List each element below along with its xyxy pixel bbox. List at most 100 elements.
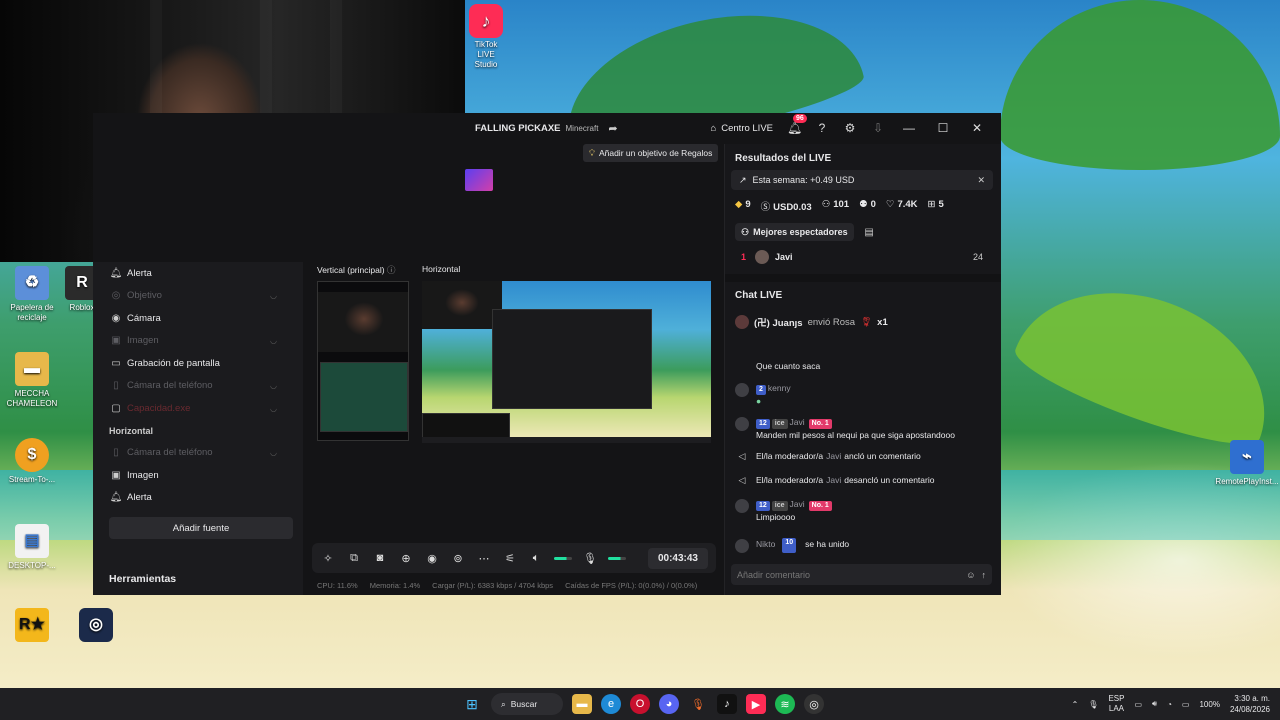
source-item[interactable]: ▣ Imagen — [93, 464, 303, 487]
tiktok-icon: ♪ — [469, 4, 503, 38]
network-icon[interactable]: ◔ — [1167, 700, 1172, 709]
microphone-icon[interactable]: 🎙︎ — [582, 552, 598, 565]
chevron-up-icon[interactable]: ⌃ — [1072, 700, 1079, 709]
replay-icon[interactable]: ⊚ — [450, 552, 466, 565]
record-icon[interactable]: ◉ — [424, 552, 440, 565]
language-code: ESP — [1108, 694, 1125, 703]
system-text: El/la moderador/a — [756, 475, 824, 485]
camera-effects-icon[interactable]: ◙ — [372, 552, 388, 564]
source-item[interactable]: ▯ Cámara del teléfono ◡ — [93, 375, 303, 398]
maximize-button[interactable]: ☐ — [933, 121, 953, 135]
info-icon[interactable]: ⓘ — [387, 265, 396, 275]
desktop-icon-rockstar[interactable]: R★ — [0, 608, 64, 645]
source-item[interactable]: ▯ Cámara del teléfono ◡ — [93, 442, 303, 465]
download-icon[interactable]: ⇩ — [871, 121, 885, 135]
chat-message[interactable]: Nikto 10 se ha unido — [725, 538, 1001, 553]
microphone-app-icon[interactable]: 🎙︎ — [688, 694, 708, 714]
chat-message[interactable]: Que cuanto saca — [725, 360, 1001, 372]
desktop-icon-file[interactable]: ▤ DESKTOP-... — [0, 524, 64, 571]
username[interactable]: Nikto — [756, 538, 775, 553]
volume-icon[interactable]: 🔊︎ — [1152, 699, 1157, 709]
stream-title[interactable]: FALLING PICKAXE — [475, 123, 561, 134]
source-item[interactable]: ▭ Grabación de pantalla — [93, 352, 303, 375]
centro-live-button[interactable]: ⌂ Centro LIVE — [711, 123, 774, 134]
more-icon[interactable]: ⋯ — [476, 552, 492, 565]
tiktok-taskbar-icon[interactable]: ♪ — [717, 694, 737, 714]
add-source-button[interactable]: Añadir fuente — [109, 517, 293, 539]
close-icon[interactable]: ✕ — [977, 175, 985, 186]
language-indicator[interactable]: ESP LAA — [1108, 694, 1124, 714]
microphone-tray-icon[interactable]: 🎙︎ — [1088, 700, 1098, 709]
top-viewers-button[interactable]: ⚇ Mejores espectadores — [735, 223, 854, 241]
username[interactable]: Javi — [826, 474, 841, 486]
send-icon[interactable]: ↑ — [982, 570, 987, 580]
chat-message[interactable]: 2 kenny ● — [725, 382, 1001, 407]
desktop-icon-meccha-chameleon[interactable]: ▬ MECCHA CHAMELEON — [0, 352, 64, 409]
vertical-preview[interactable] — [317, 281, 409, 441]
discord-icon[interactable]: ◕ — [659, 694, 679, 714]
pin-icon: ◁ — [738, 475, 746, 485]
visibility-toggle-icon[interactable]: ◡ — [270, 291, 277, 300]
username[interactable]: Javi — [790, 417, 805, 427]
close-button[interactable]: ✕ — [967, 121, 987, 135]
desktop-icon-stream-to[interactable]: $ Stream-To-... — [0, 438, 64, 485]
display-icon[interactable]: ▭ — [1134, 700, 1142, 709]
chat-message[interactable]: ◁ El/la moderador/a Javi ancló un comentari… — [725, 450, 1001, 462]
tiktok-live-taskbar-icon[interactable]: ▶ — [746, 694, 766, 714]
username[interactable]: Javi — [790, 499, 805, 509]
obs-icon[interactable]: ◎ — [804, 694, 824, 714]
preview-taskbar — [422, 437, 711, 443]
tiktok-live-studio-shortcut[interactable]: ♪ TikTok LIVE Studio — [466, 4, 506, 70]
visibility-toggle-icon[interactable]: ◡ — [270, 404, 277, 413]
settings-gear-icon[interactable]: ⚙ — [843, 121, 857, 135]
help-icon[interactable]: ? — [815, 121, 829, 135]
speaker-icon[interactable]: 🔈︎ — [528, 552, 544, 565]
magic-wand-icon[interactable]: ✧ — [320, 552, 336, 565]
source-item[interactable]: 🔔︎ Alerta — [93, 487, 303, 510]
emoji-icon[interactable]: ☺ — [966, 570, 975, 580]
edge-icon[interactable]: e — [601, 694, 621, 714]
desktop-icon-recycle-bin[interactable]: ♻ Papelera de reciclaje — [0, 266, 64, 323]
file-explorer-icon[interactable]: ▬ — [572, 694, 592, 714]
visibility-toggle-icon[interactable]: ◡ — [270, 448, 277, 457]
desktop-icon-label: Papelera de reciclaje — [10, 303, 54, 322]
top-viewer-row[interactable]: 1 Javi 24 — [725, 241, 1001, 264]
tools-heading[interactable]: Herramientas — [109, 573, 176, 585]
visibility-toggle-icon[interactable]: ◡ — [270, 381, 277, 390]
sources-panel: 🔔︎ Alerta ◎ Objetivo ◡ ◉ Cámara ▣ Imagen ◡ ▭ Grabac… — [93, 262, 303, 595]
taskbar-search[interactable]: ⌕ Buscar — [491, 693, 563, 715]
spotify-icon[interactable]: ≋ — [775, 694, 795, 714]
visibility-toggle-icon[interactable]: ◡ — [270, 336, 277, 345]
layout-icon[interactable]: ⧉ — [346, 552, 362, 565]
desktop-icon-remoteplay[interactable]: ⌁ RemotePlayInst... — [1214, 440, 1280, 487]
opera-icon[interactable]: O — [630, 694, 650, 714]
share-icon[interactable]: ➦ — [608, 122, 617, 135]
microphone-level-meter[interactable] — [608, 556, 626, 560]
horizontal-preview[interactable] — [422, 281, 711, 443]
windows-start-icon[interactable]: ⊞ — [462, 694, 482, 714]
username[interactable]: Javi — [826, 450, 841, 462]
clock[interactable]: 3:30 a. m. 24/08/2026 — [1230, 693, 1270, 715]
username[interactable]: kenny — [768, 383, 791, 393]
minimize-button[interactable]: — — [899, 121, 919, 135]
source-item[interactable]: 🔔︎ Alerta — [93, 262, 303, 285]
list-icon[interactable]: ▤ — [864, 227, 873, 238]
source-item[interactable]: ▢ Capacidad.exe ◡ — [93, 397, 303, 420]
source-item[interactable]: ◎ Objetivo ◡ — [93, 285, 303, 308]
remoteplay-icon: ⌁ — [1230, 440, 1264, 474]
add-scene-icon[interactable]: ⊕ — [398, 552, 414, 565]
notifications-bell-icon[interactable]: 🔔︎ 96 — [787, 114, 807, 135]
stat-value: USD0.03 — [773, 202, 812, 213]
source-item[interactable]: ▣ Imagen ◡ — [93, 330, 303, 353]
chat-message[interactable]: ◁ El/la moderador/a Javi desancló un coment… — [725, 474, 1001, 486]
mixer-icon[interactable]: ⚟ — [502, 552, 518, 565]
chat-message[interactable]: 12 ice Javi No. 1 Limpioooo — [725, 498, 1001, 523]
chat-input[interactable]: Añadir comentario ☺ ↑ — [731, 564, 992, 585]
chat-message[interactable]: 12 ice Javi No. 1 Manden mil pesos al nequi … — [725, 416, 1001, 441]
stat-value: 9 — [745, 199, 751, 210]
source-item[interactable]: ◉ Cámara — [93, 307, 303, 330]
speaker-level-meter[interactable] — [554, 556, 572, 560]
desktop-icon-app[interactable]: ◎ — [64, 608, 128, 645]
battery-icon[interactable]: ▭ — [1182, 700, 1190, 709]
add-gift-goal-button[interactable]: 💡︎ Añadir un objetivo de Regalos — [583, 144, 719, 162]
